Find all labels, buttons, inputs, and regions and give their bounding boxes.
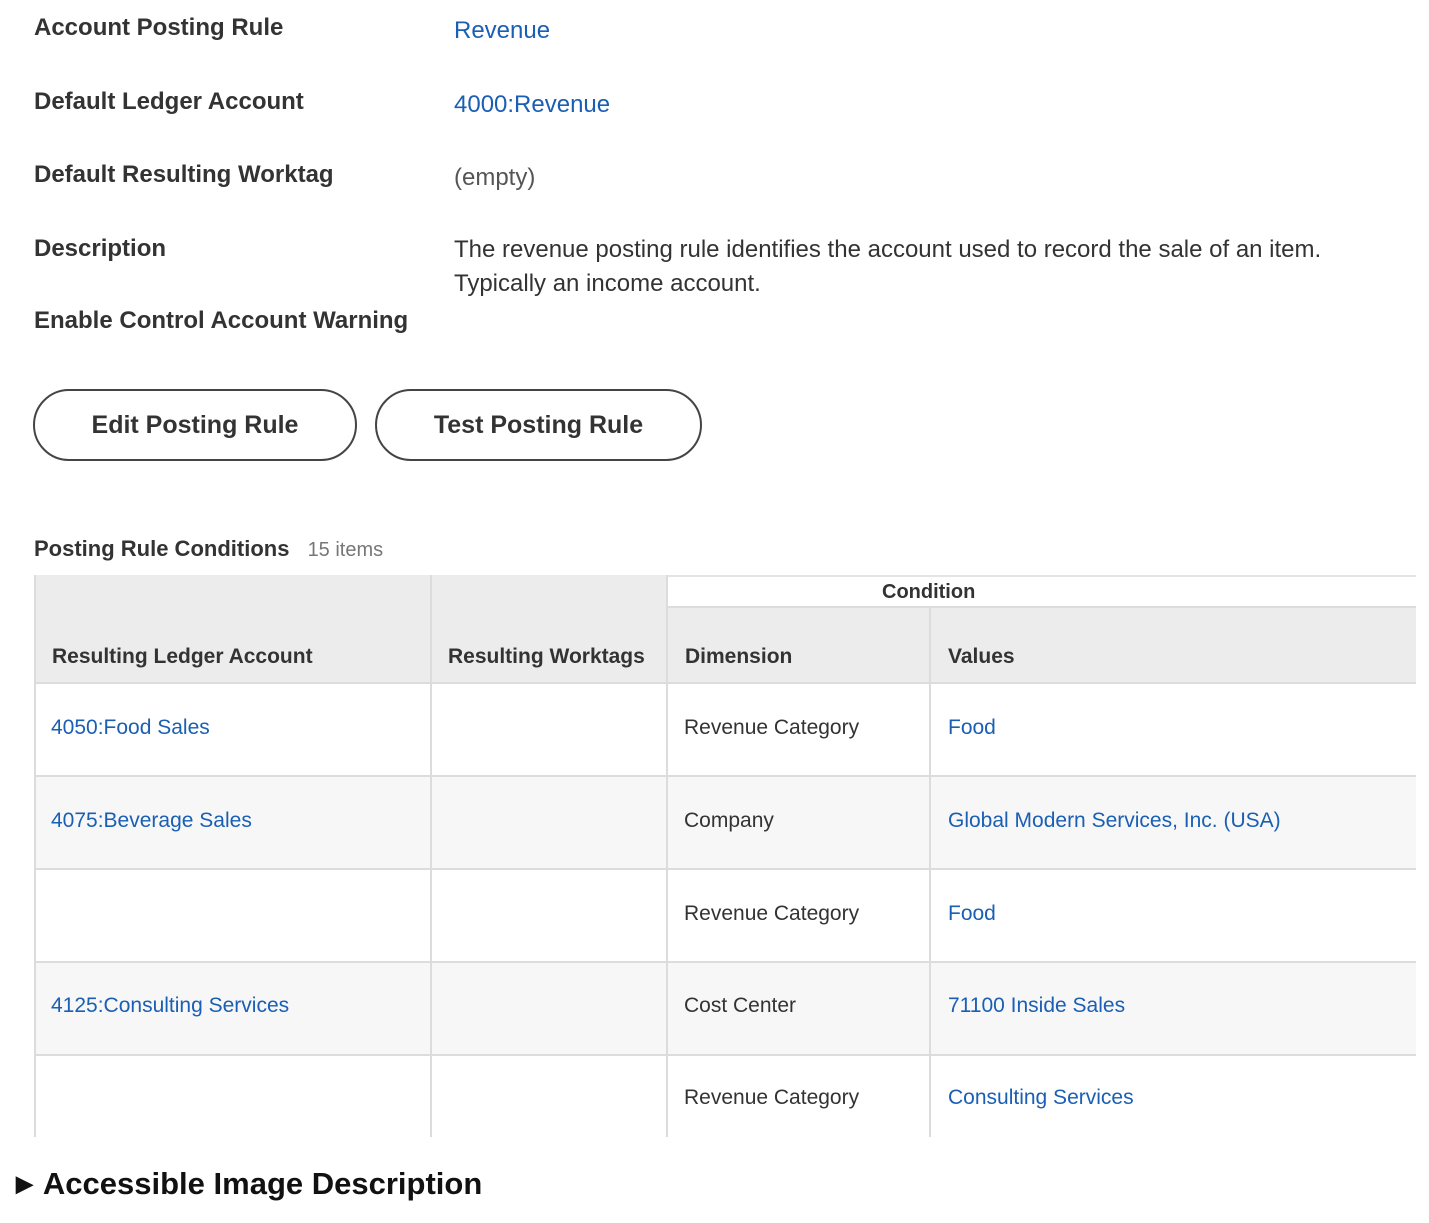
item-count: 15 items xyxy=(307,539,384,561)
divider xyxy=(929,608,931,1137)
field-label: Enable Control Account Warning xyxy=(34,307,409,334)
divider xyxy=(34,961,1416,963)
condition-value-link[interactable]: Food xyxy=(948,716,996,740)
divider xyxy=(34,682,1416,684)
condition-value-link[interactable]: Global Modern Services, Inc. (USA) xyxy=(948,809,1281,833)
ledger-account-link[interactable]: 4050:Food Sales xyxy=(51,716,210,740)
disclosure-triangle-icon: ▶ xyxy=(16,1171,33,1196)
column-header-values[interactable]: Values xyxy=(948,645,1015,669)
dimension-cell: Revenue Category xyxy=(684,716,860,739)
default-resulting-worktag-value: (empty) xyxy=(454,164,536,191)
condition-value-link[interactable]: Consulting Services xyxy=(948,1086,1134,1110)
dimension-cell: Cost Center xyxy=(684,994,797,1017)
condition-value-link[interactable]: Food xyxy=(948,902,996,926)
condition-group-header: Condition xyxy=(882,581,976,603)
field-label: Account Posting Rule xyxy=(34,14,284,41)
section-title: Posting Rule Conditions xyxy=(34,536,290,561)
ledger-account-link[interactable]: 4075:Beverage Sales xyxy=(51,809,252,833)
field-label: Default Resulting Worktag xyxy=(34,161,334,188)
accessible-image-description-toggle[interactable]: ▶ Accessible Image Description xyxy=(16,1166,482,1202)
divider xyxy=(34,868,1416,870)
condition-value-link[interactable]: 71100 Inside Sales xyxy=(948,994,1125,1018)
column-header-dimension[interactable]: Dimension xyxy=(685,645,792,669)
divider xyxy=(34,1054,1416,1056)
column-header-resulting-worktags[interactable]: Resulting Worktags xyxy=(448,645,645,669)
divider xyxy=(668,575,1416,577)
field-label: Description xyxy=(34,235,167,262)
test-posting-rule-button[interactable]: Test Posting Rule xyxy=(375,389,702,461)
divider xyxy=(666,575,668,1137)
divider xyxy=(34,575,36,1137)
divider xyxy=(668,606,1416,608)
accessible-image-description-label: Accessible Image Description xyxy=(42,1166,483,1201)
posting-rule-conditions-table: Condition Resulting Ledger Account Resul… xyxy=(34,575,1416,1137)
posting-rule-conditions-header: Posting Rule Conditions 15 items xyxy=(34,536,383,562)
divider xyxy=(34,775,1416,777)
account-posting-rule-link[interactable]: Revenue xyxy=(454,14,1414,48)
ledger-account-link[interactable]: 4125:Consulting Services xyxy=(51,994,289,1018)
edit-posting-rule-button[interactable]: Edit Posting Rule xyxy=(33,389,357,461)
divider xyxy=(430,575,432,1137)
dimension-cell: Revenue Category xyxy=(684,902,860,925)
dimension-cell: Revenue Category xyxy=(684,1086,860,1109)
dimension-cell: Company xyxy=(684,809,774,832)
field-label: Default Ledger Account xyxy=(34,88,304,115)
column-header-resulting-ledger-account[interactable]: Resulting Ledger Account xyxy=(52,645,313,669)
description-value: The revenue posting rule identifies the … xyxy=(454,236,1322,297)
default-ledger-account-link[interactable]: 4000:Revenue xyxy=(454,88,1414,122)
